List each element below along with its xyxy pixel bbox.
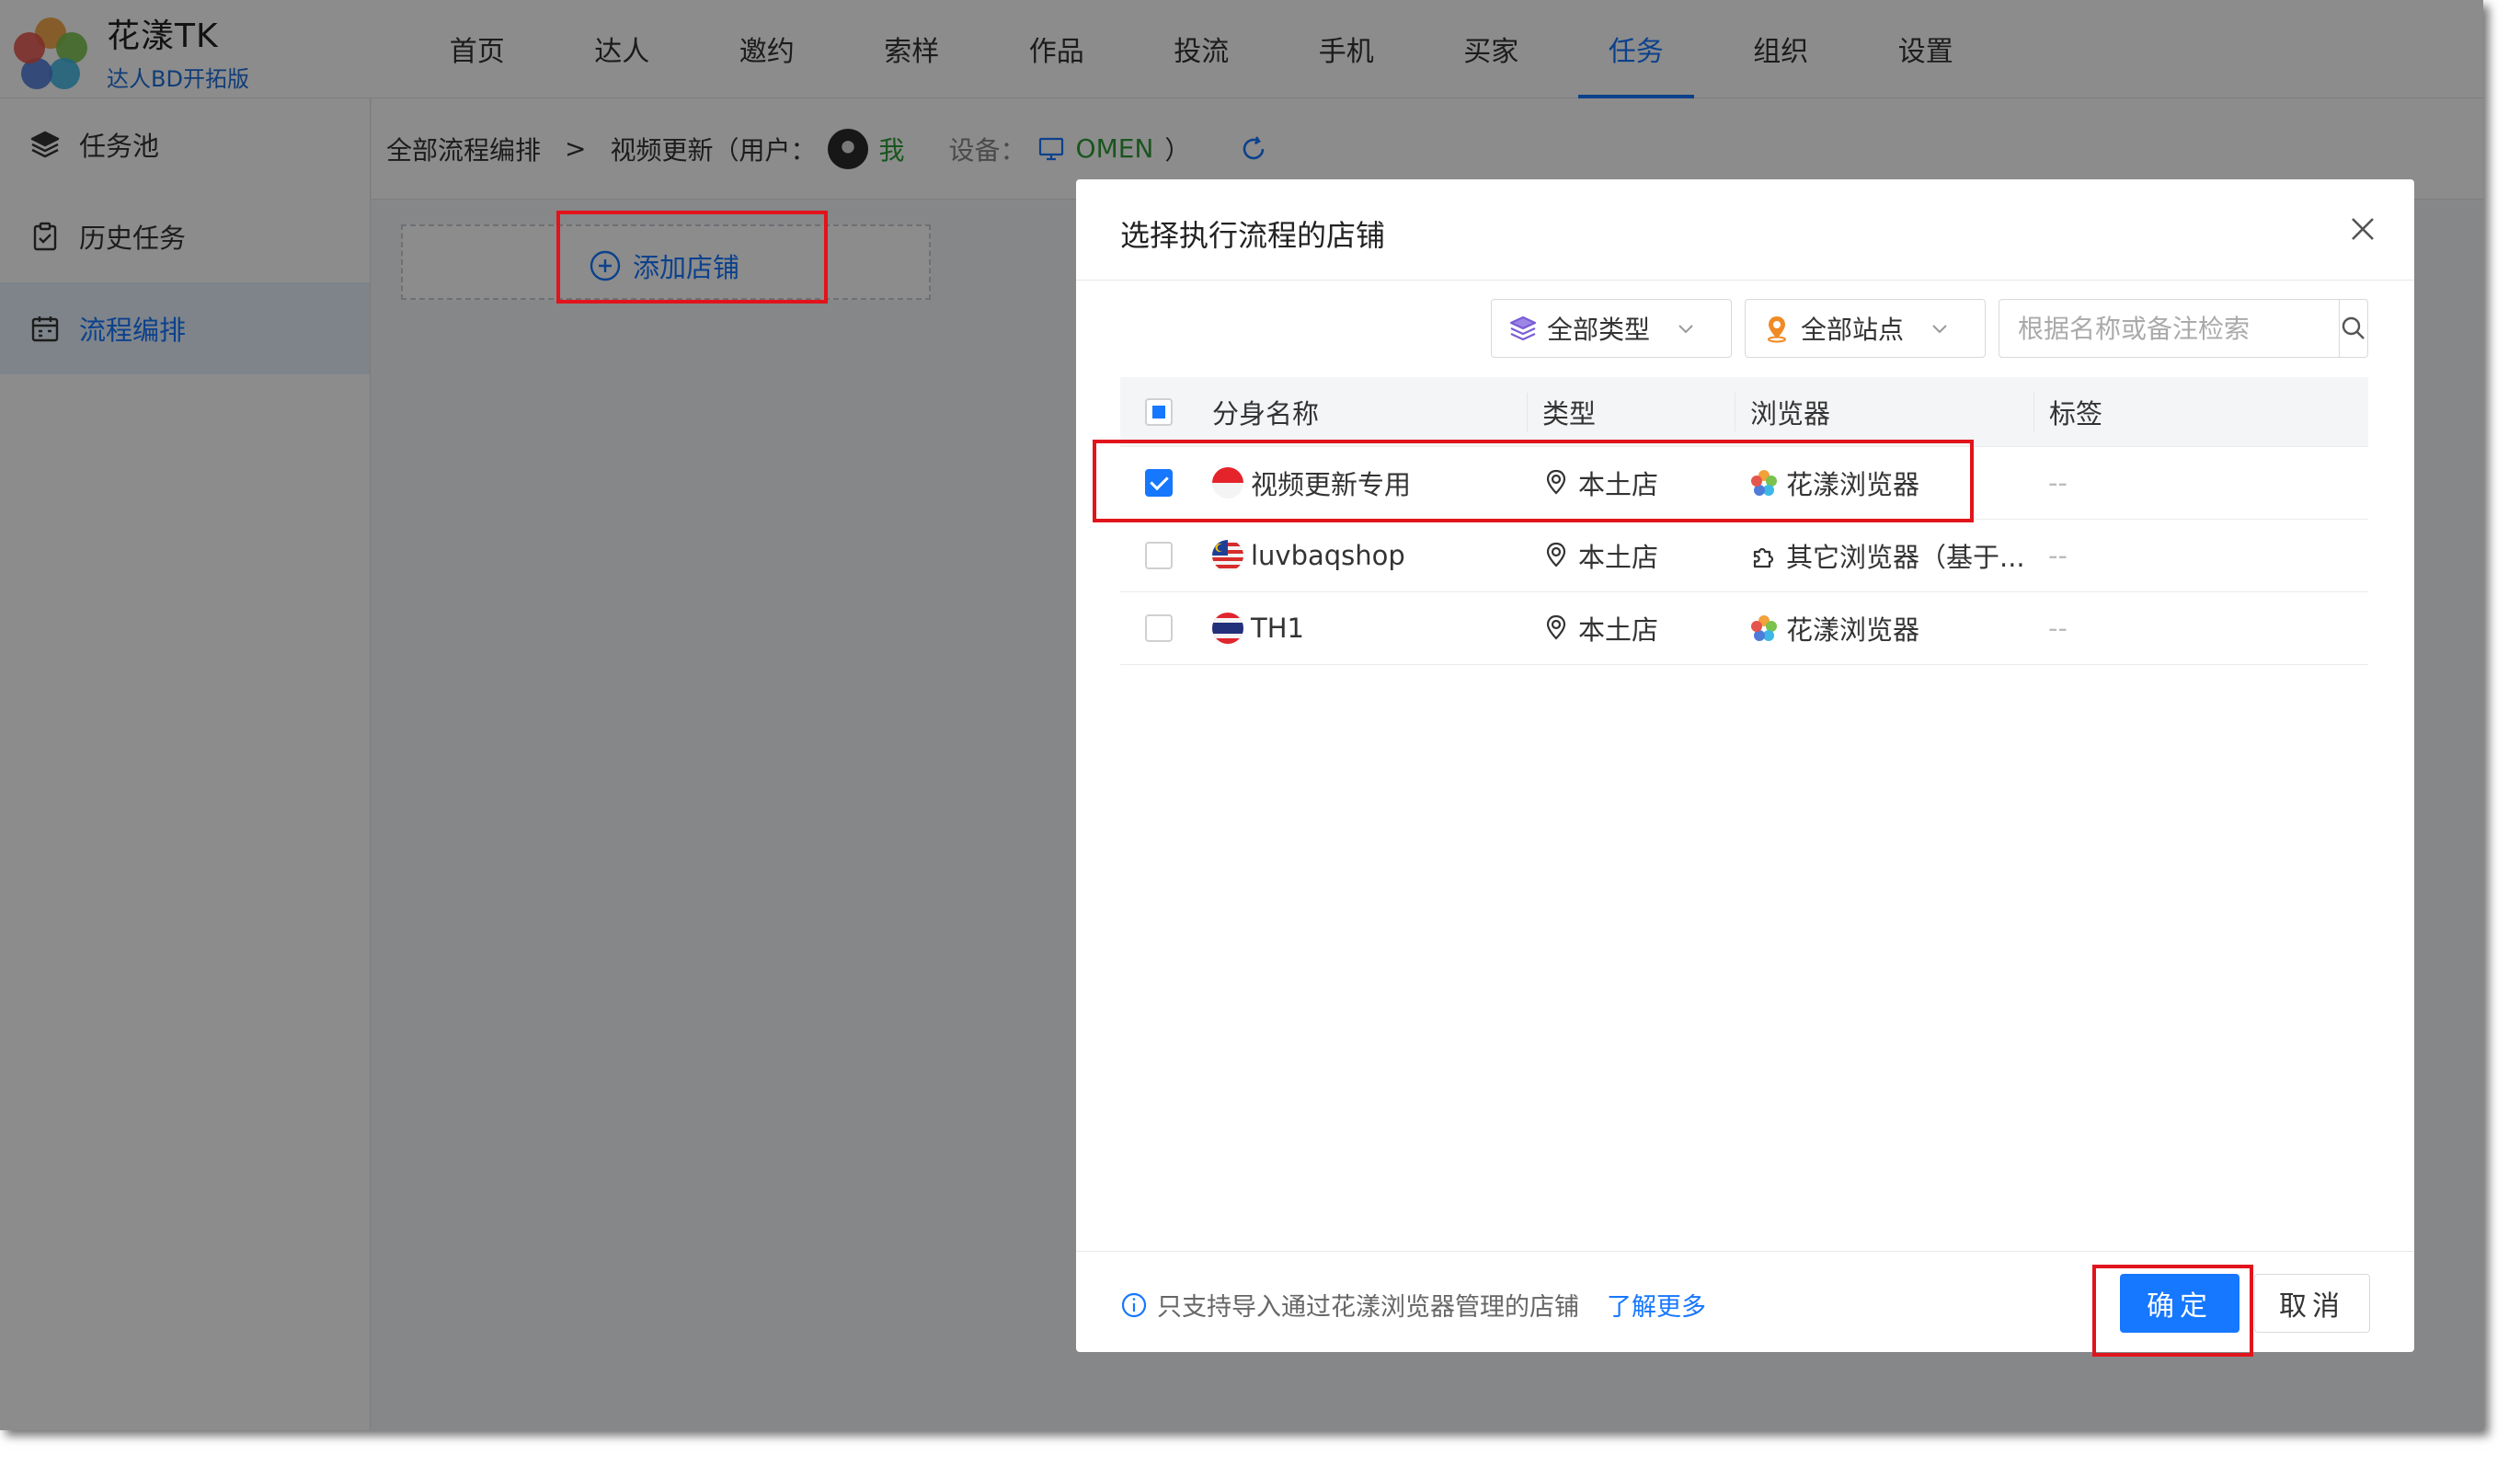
search-box xyxy=(1999,299,2368,358)
location-pin-icon xyxy=(1768,316,1786,343)
table-header: 分身名称 类型 浏览器 标签 xyxy=(1120,377,2368,447)
row-checkbox[interactable] xyxy=(1145,614,1173,642)
search-button[interactable] xyxy=(2339,300,2367,357)
close-icon[interactable] xyxy=(2348,214,2377,244)
annotation-confirm-button xyxy=(2092,1265,2253,1357)
store-tag: -- xyxy=(2048,613,2068,644)
search-input[interactable] xyxy=(1999,300,2339,357)
store-type: 本土店 xyxy=(1578,614,1659,646)
select-store-dialog: 选择执行流程的店铺 全部类型 全部站点 根据名称或备注检索 分身名称 类型 浏览… xyxy=(1076,179,2414,1357)
layers-icon xyxy=(1509,315,1537,341)
chevron-down-icon xyxy=(1678,325,1693,334)
column-header-name: 分身名称 xyxy=(1212,397,1320,430)
location-pin-icon xyxy=(1546,542,1566,567)
column-header-tag: 标签 xyxy=(2033,392,2368,431)
store-name: TH1 xyxy=(1251,613,1304,644)
puzzle-icon xyxy=(1753,547,1774,568)
type-filter-label: 全部类型 xyxy=(1547,315,1651,345)
location-pin-icon xyxy=(1546,614,1566,640)
store-tag: -- xyxy=(2048,467,2068,499)
filter-toolbar: 全部类型 全部站点 xyxy=(1491,299,2368,358)
learn-more-link[interactable]: 了解更多 xyxy=(1607,1287,1706,1323)
thailand-flag-icon xyxy=(1212,613,1243,644)
column-header-browser: 浏览器 xyxy=(1735,392,2033,431)
info-icon xyxy=(1121,1292,1147,1317)
annotation-selected-row xyxy=(1093,440,1974,522)
store-browser: 花漾浏览器 xyxy=(1786,614,1920,646)
column-header-type: 类型 xyxy=(1527,392,1735,431)
footer-note-text: 只支持导入通过花漾浏览器管理的店铺 xyxy=(1157,1293,1579,1322)
site-filter-select[interactable]: 全部站点 xyxy=(1745,299,1986,358)
store-browser: 其它浏览器（基于... xyxy=(1786,542,2025,573)
table-row[interactable]: luvbaqshop 本土店 其它浏览器（基于... -- xyxy=(1120,520,2368,592)
store-tag: -- xyxy=(2048,540,2068,571)
store-name: luvbaqshop xyxy=(1251,540,1405,571)
row-checkbox[interactable] xyxy=(1145,542,1173,569)
type-filter-select[interactable]: 全部类型 xyxy=(1491,299,1732,358)
cancel-button[interactable]: 取消 xyxy=(2254,1274,2370,1333)
search-icon xyxy=(2342,316,2365,339)
store-type: 本土店 xyxy=(1578,542,1659,573)
site-filter-label: 全部站点 xyxy=(1801,315,1905,345)
footer-note: 只支持导入通过花漾浏览器管理的店铺 了解更多 xyxy=(1120,1287,1706,1323)
dialog-title: 选择执行流程的店铺 xyxy=(1120,218,1386,253)
app-window: 花漾TK 达人BD开拓版 首页 达人 邀约 索样 作品 投流 手机 买家 任务 … xyxy=(0,0,2483,1430)
annotation-add-store xyxy=(556,211,828,304)
select-all-checkbox[interactable] xyxy=(1145,397,1173,426)
chevron-down-icon xyxy=(1932,325,1947,334)
malaysia-flag-icon xyxy=(1212,540,1243,571)
table-row[interactable]: TH1 本土店 花漾浏览器 -- xyxy=(1120,592,2368,665)
dialog-header: 选择执行流程的店铺 xyxy=(1076,179,2414,281)
huayang-flower-icon xyxy=(1751,615,1777,641)
